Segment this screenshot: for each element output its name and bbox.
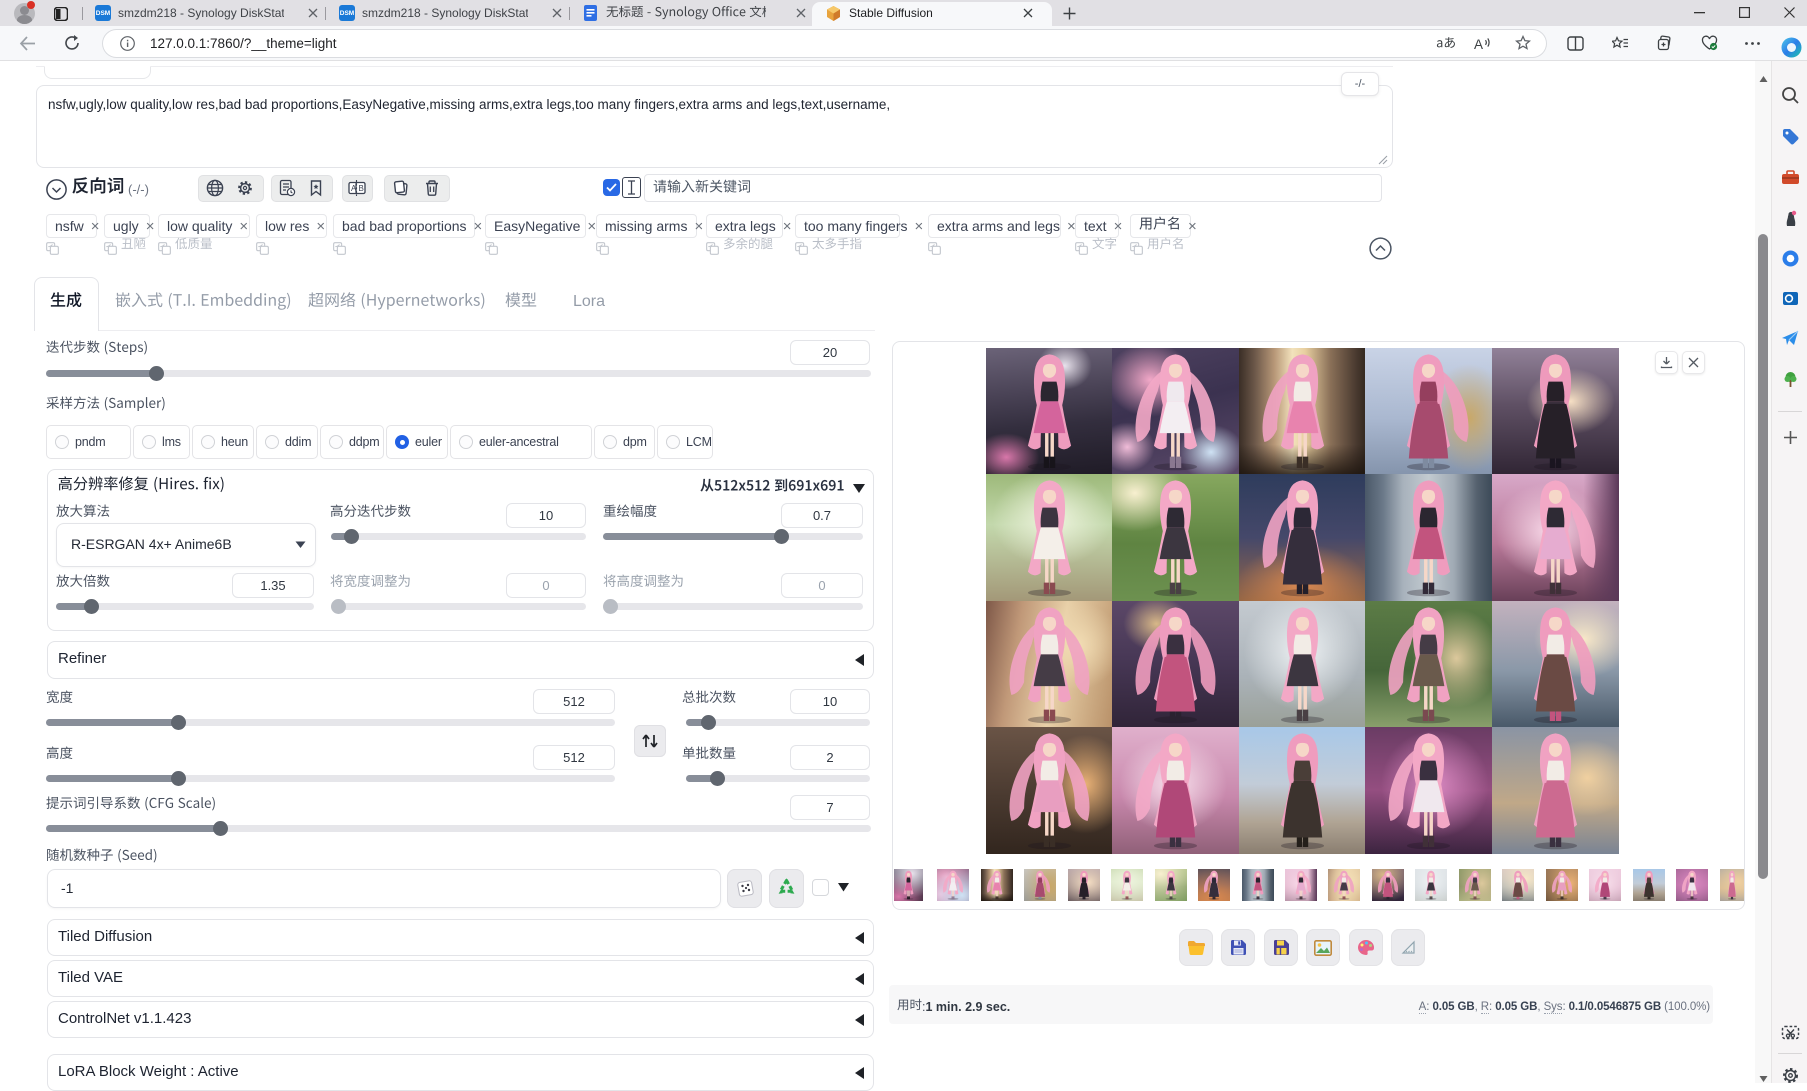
svg-text:A: A: [1474, 37, 1483, 51]
svg-text:B: B: [359, 184, 364, 193]
